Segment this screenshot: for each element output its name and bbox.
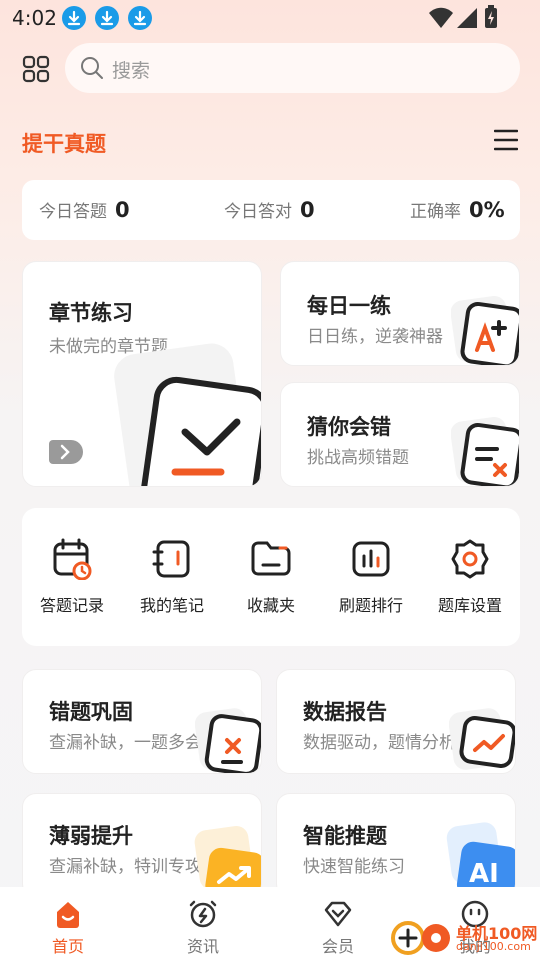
guess-wrong-card[interactable]: 猜你会错 挑战高频错题 bbox=[280, 382, 520, 487]
nav-home[interactable]: 首页 bbox=[28, 899, 108, 957]
stat-label: 今日答题 bbox=[39, 202, 107, 222]
search-input[interactable]: 搜索 bbox=[65, 43, 520, 93]
stat-label: 正确率 bbox=[410, 202, 461, 222]
wrong-review-card[interactable]: 错题巩固 查漏补缺，一题多会 bbox=[22, 669, 262, 774]
tool-label: 题库设置 bbox=[437, 596, 502, 615]
tool-label: 答题记录 bbox=[39, 596, 104, 615]
nav-label: 资讯 bbox=[186, 937, 219, 956]
card-title: 薄弱提升 bbox=[49, 824, 133, 848]
watermark-logo-icon bbox=[391, 921, 450, 955]
stat-value: 0 bbox=[115, 197, 130, 222]
tool-label: 刷题排行 bbox=[338, 596, 403, 615]
play-button[interactable] bbox=[49, 440, 83, 464]
nav-news[interactable]: 资讯 bbox=[163, 899, 243, 957]
grade-a-plus-icon bbox=[451, 295, 519, 365]
notebook-icon bbox=[152, 540, 190, 578]
download-icon bbox=[128, 6, 152, 30]
tool-label: 我的笔记 bbox=[139, 596, 204, 615]
card-subtitle: 快速智能练习 bbox=[303, 857, 405, 877]
calendar-clock-icon bbox=[53, 538, 92, 580]
grid-menu-icon[interactable] bbox=[22, 55, 50, 83]
news-icon bbox=[189, 900, 217, 928]
nav-membership[interactable]: 会员 bbox=[298, 899, 378, 957]
card-title: 章节练习 bbox=[49, 301, 133, 325]
wrong-sheet-icon bbox=[451, 416, 519, 486]
card-subtitle: 挑战高频错题 bbox=[307, 448, 409, 468]
card-subtitle: 日日练，逆袭神器 bbox=[307, 327, 443, 347]
daily-practice-card[interactable]: 每日一练 日日练，逆袭神器 bbox=[280, 261, 520, 366]
bar-chart-icon bbox=[352, 541, 390, 577]
hamburger-menu-icon[interactable] bbox=[494, 128, 518, 152]
card-title: 每日一练 bbox=[307, 294, 391, 318]
nav-label: 首页 bbox=[51, 937, 84, 956]
page-title[interactable]: 提干真题 bbox=[22, 128, 106, 158]
stat-value: 0 bbox=[300, 197, 315, 222]
tool-answer-record[interactable]: 答题记录 bbox=[22, 538, 122, 616]
battery-icon bbox=[485, 5, 497, 28]
weak-improve-card[interactable]: 薄弱提升 查漏补缺，特训专攻 bbox=[22, 793, 262, 898]
download-icon bbox=[95, 6, 119, 30]
stat-label: 今日答对 bbox=[224, 202, 292, 222]
tool-ranking[interactable]: 刷题排行 bbox=[321, 538, 421, 616]
home-icon bbox=[57, 902, 79, 928]
ai-badge-text: AI bbox=[469, 859, 499, 889]
stat-today-answered: 今日答题 0 bbox=[39, 197, 130, 223]
signal-icon bbox=[457, 8, 477, 28]
tools-panel: 答题记录 我的笔记 收藏夹 刷题排行 题库设置 bbox=[22, 508, 520, 646]
card-title: 错题巩固 bbox=[49, 700, 133, 724]
tool-label: 收藏夹 bbox=[246, 596, 295, 615]
folder-icon bbox=[251, 541, 291, 576]
chevron-right-icon bbox=[60, 444, 70, 460]
card-title: 智能推题 bbox=[303, 824, 387, 848]
search-placeholder: 搜索 bbox=[112, 60, 151, 82]
chapter-practice-card[interactable]: 章节练习 未做完的章节题 bbox=[22, 261, 262, 487]
clipboard-check-icon bbox=[114, 343, 261, 486]
nav-label: 会员 bbox=[321, 937, 354, 956]
card-title: 数据报告 bbox=[303, 700, 387, 724]
wrong-sheet-icon bbox=[195, 708, 261, 773]
data-report-card[interactable]: 数据报告 数据驱动，题情分析 bbox=[276, 669, 516, 774]
watermark-url: danji100.com bbox=[456, 940, 531, 953]
stats-card: 今日答题 0 今日答对 0 正确率 0% bbox=[22, 180, 520, 240]
tool-my-notes[interactable]: 我的笔记 bbox=[122, 538, 222, 616]
status-bar: 4:02 bbox=[0, 0, 540, 36]
smart-recommend-card[interactable]: 智能推题 快速智能练习 AI bbox=[276, 793, 516, 898]
trend-report-icon bbox=[449, 708, 515, 770]
status-time: 4:02 bbox=[12, 6, 57, 30]
gear-icon bbox=[451, 539, 489, 579]
card-title: 猜你会错 bbox=[307, 415, 391, 439]
card-subtitle: 查漏补缺，一题多会 bbox=[49, 733, 202, 753]
tool-favorites[interactable]: 收藏夹 bbox=[221, 538, 321, 616]
card-subtitle: 查漏补缺，特训专攻 bbox=[49, 857, 202, 877]
diamond-icon bbox=[324, 901, 352, 927]
tool-bank-settings[interactable]: 题库设置 bbox=[420, 538, 520, 616]
wifi-icon bbox=[429, 7, 453, 28]
stat-value: 0% bbox=[469, 197, 505, 222]
search-icon bbox=[81, 57, 103, 79]
stat-today-correct: 今日答对 0 bbox=[224, 197, 315, 223]
stat-accuracy: 正确率 0% bbox=[410, 197, 505, 223]
card-subtitle: 数据驱动，题情分析 bbox=[303, 733, 456, 753]
download-icon bbox=[62, 6, 86, 30]
